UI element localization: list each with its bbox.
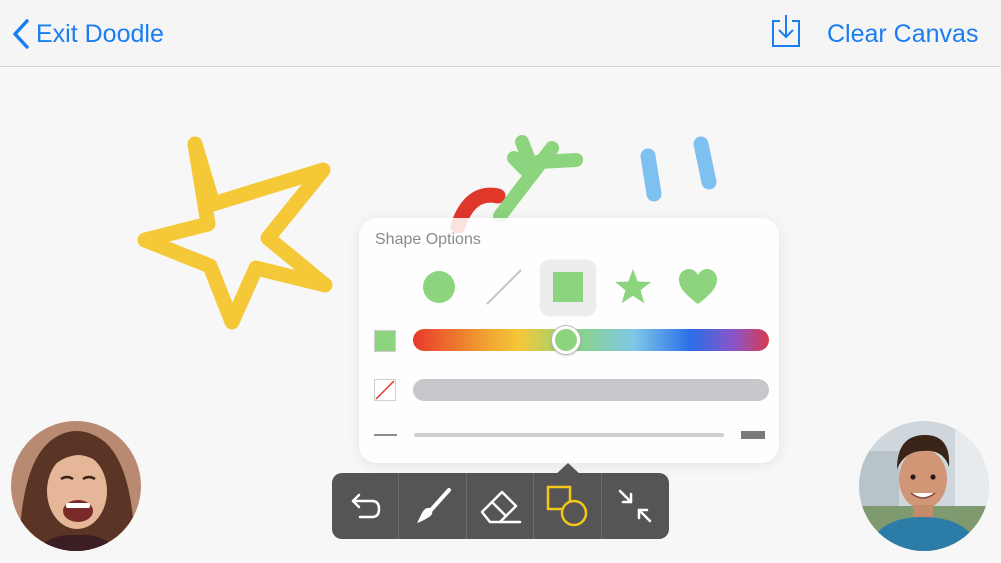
stroke-color-swatch[interactable] [374,379,396,401]
undo-icon [351,493,381,519]
blue-mark-right-doodle [693,136,717,190]
exit-doodle-button[interactable]: Exit Doodle [12,14,164,54]
star-doodle [137,136,333,330]
collapse-button[interactable] [602,473,669,539]
participant-avatar-right[interactable] [859,421,989,551]
brush-tool-button[interactable] [399,473,467,539]
line-width-slider[interactable] [414,433,724,437]
panel-title: Shape Options [375,231,481,248]
clear-canvas-button[interactable]: Clear Canvas [827,14,978,54]
save-button[interactable] [770,13,802,49]
participant-avatar-left[interactable] [11,421,141,551]
eraser-icon [480,490,522,524]
shape-options-panel: Shape Options [359,218,779,463]
thin-line-icon [374,434,397,436]
fill-color-slider[interactable] [413,329,769,351]
exit-doodle-label: Exit Doodle [36,19,164,48]
shapes-icon [547,485,588,527]
shape-heart-option[interactable] [671,260,725,314]
shape-circle-option[interactable] [412,260,466,314]
shape-star-option[interactable] [606,260,660,314]
shape-square-option[interactable] [541,260,595,314]
thick-line-icon [741,431,765,439]
collapse-icon [619,489,652,523]
eraser-tool-button[interactable] [467,473,535,539]
fill-color-slider-thumb[interactable] [552,326,580,354]
circle-icon [423,271,455,303]
blue-mark-left-doodle [640,148,662,202]
clear-canvas-label: Clear Canvas [827,19,979,48]
green-sprout-doodle [493,135,583,223]
fill-color-swatch[interactable] [374,330,396,352]
smiling-man-avatar [859,421,989,551]
heart-icon [679,269,717,304]
chevron-left-icon [13,19,29,49]
brush-icon [416,488,451,523]
star-icon [615,269,651,304]
top-bar: Exit Doodle Clear Canvas [0,0,1001,67]
stroke-color-slider[interactable] [413,379,769,401]
laughing-woman-avatar [11,421,141,551]
shape-line-option[interactable] [477,260,531,314]
line-icon [486,269,522,305]
no-color-icon [375,380,395,400]
undo-button[interactable] [332,473,400,539]
square-icon [553,272,583,302]
download-icon [772,15,800,47]
shapes-tool-button[interactable] [534,473,602,539]
doodle-toolbar [332,473,669,539]
